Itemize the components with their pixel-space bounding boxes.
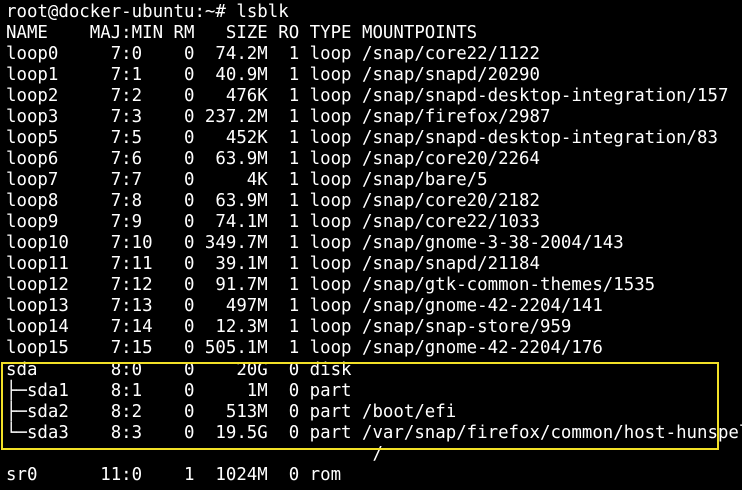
output-row-loop13: loop13 7:13 0 497M 1 loop /snap/gnome-42… xyxy=(6,296,603,316)
output-row-loop15: loop15 7:15 0 505.1M 1 loop /snap/gnome-… xyxy=(6,338,603,358)
output-row-loop2: loop2 7:2 0 476K 1 loop /snap/snapd-desk… xyxy=(6,86,729,106)
output-row-loop11: loop11 7:11 0 39.1M 1 loop /snap/snapd/2… xyxy=(6,254,540,274)
output-row-loop1: loop1 7:1 0 40.9M 1 loop /snap/snapd/202… xyxy=(6,65,540,85)
output-row-loop8: loop8 7:8 0 63.9M 1 loop /snap/core20/21… xyxy=(6,191,540,211)
terminal-window[interactable]: root@docker-ubuntu:~# lsblk NAME MAJ:MIN… xyxy=(0,0,742,490)
output-row-sda3: └─sda3 8:3 0 19.5G 0 part /var/snap/fire… xyxy=(6,423,742,443)
output-row-loop3: loop3 7:3 0 237.2M 1 loop /snap/firefox/… xyxy=(6,107,551,127)
output-row-sda3-continuation: / xyxy=(6,444,383,464)
output-row-loop14: loop14 7:14 0 12.3M 1 loop /snap/snap-st… xyxy=(6,317,572,337)
output-row-loop6: loop6 7:6 0 63.9M 1 loop /snap/core20/22… xyxy=(6,149,540,169)
output-row-loop12: loop12 7:12 0 91.7M 1 loop /snap/gtk-com… xyxy=(6,275,656,295)
output-row-sda2: ├─sda2 8:2 0 513M 0 part /boot/efi xyxy=(6,402,457,422)
output-row-loop9: loop9 7:9 0 74.1M 1 loop /snap/core22/10… xyxy=(6,212,540,232)
output-row-loop0: loop0 7:0 0 74.2M 1 loop /snap/core22/11… xyxy=(6,44,540,64)
lsblk-header-row: NAME MAJ:MIN RM SIZE RO TYPE MOUNTPOINTS xyxy=(6,23,478,43)
output-row-sda: sda 8:0 0 20G 0 disk xyxy=(6,360,352,380)
output-row-loop7: loop7 7:7 0 4K 1 loop /snap/bare/5 xyxy=(6,170,488,190)
output-row-loop5: loop5 7:5 0 452K 1 loop /snap/snapd-desk… xyxy=(6,128,718,148)
output-row-sda1: ├─sda1 8:1 0 1M 0 part xyxy=(6,381,352,401)
output-row-loop10: loop10 7:10 0 349.7M 1 loop /snap/gnome-… xyxy=(6,233,624,253)
command-text: lsblk xyxy=(236,2,289,22)
output-row-sr0: sr0 11:0 1 1024M 0 rom xyxy=(6,465,342,485)
shell-prompt: root@docker-ubuntu:~# xyxy=(6,2,226,22)
command-line: root@docker-ubuntu:~# lsblk xyxy=(6,2,289,23)
